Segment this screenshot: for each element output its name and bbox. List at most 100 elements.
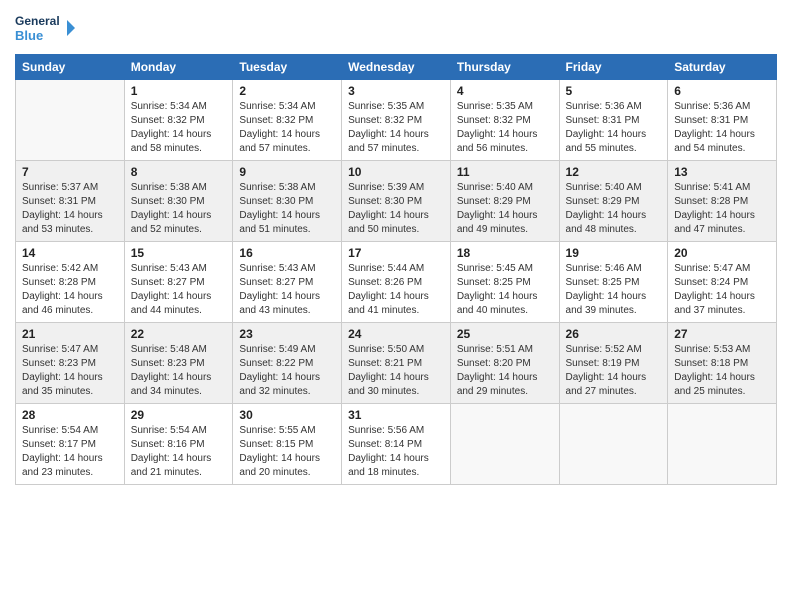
cell-text: Sunrise: 5:40 AM Sunset: 8:29 PM Dayligh… — [457, 181, 553, 237]
cell-text: Sunrise: 5:34 AM Sunset: 8:32 PM Dayligh… — [131, 100, 227, 156]
week-row-2: 7 Sunrise: 5:37 AM Sunset: 8:31 PM Daylig… — [16, 161, 777, 242]
cell-text: Sunrise: 5:41 AM Sunset: 8:28 PM Dayligh… — [674, 181, 770, 237]
calendar-cell: 12 Sunrise: 5:40 AM Sunset: 8:29 PM Dayli… — [559, 161, 668, 242]
day-header-friday: Friday — [559, 55, 668, 80]
cell-text: Sunrise: 5:44 AM Sunset: 8:26 PM Dayligh… — [348, 262, 444, 318]
cell-text: Sunrise: 5:49 AM Sunset: 8:22 PM Dayligh… — [239, 343, 335, 399]
header-row: SundayMondayTuesdayWednesdayThursdayFrid… — [16, 55, 777, 80]
date-number: 8 — [131, 165, 227, 179]
date-number: 1 — [131, 84, 227, 98]
day-header-monday: Monday — [124, 55, 233, 80]
calendar-cell: 23 Sunrise: 5:49 AM Sunset: 8:22 PM Dayli… — [233, 323, 342, 404]
cell-text: Sunrise: 5:37 AM Sunset: 8:31 PM Dayligh… — [22, 181, 118, 237]
calendar-cell — [668, 404, 777, 485]
date-number: 19 — [566, 246, 662, 260]
cell-text: Sunrise: 5:35 AM Sunset: 8:32 PM Dayligh… — [457, 100, 553, 156]
date-number: 13 — [674, 165, 770, 179]
week-row-4: 21 Sunrise: 5:47 AM Sunset: 8:23 PM Dayli… — [16, 323, 777, 404]
day-header-tuesday: Tuesday — [233, 55, 342, 80]
cell-text: Sunrise: 5:53 AM Sunset: 8:18 PM Dayligh… — [674, 343, 770, 399]
date-number: 31 — [348, 408, 444, 422]
day-header-saturday: Saturday — [668, 55, 777, 80]
cell-text: Sunrise: 5:36 AM Sunset: 8:31 PM Dayligh… — [674, 100, 770, 156]
cell-text: Sunrise: 5:47 AM Sunset: 8:23 PM Dayligh… — [22, 343, 118, 399]
calendar-cell: 1 Sunrise: 5:34 AM Sunset: 8:32 PM Daylig… — [124, 80, 233, 161]
logo-svg: General Blue — [15, 10, 75, 46]
cell-text: Sunrise: 5:54 AM Sunset: 8:17 PM Dayligh… — [22, 424, 118, 480]
cell-text: Sunrise: 5:55 AM Sunset: 8:15 PM Dayligh… — [239, 424, 335, 480]
calendar-cell: 30 Sunrise: 5:55 AM Sunset: 8:15 PM Dayli… — [233, 404, 342, 485]
date-number: 15 — [131, 246, 227, 260]
date-number: 20 — [674, 246, 770, 260]
week-row-5: 28 Sunrise: 5:54 AM Sunset: 8:17 PM Dayli… — [16, 404, 777, 485]
cell-text: Sunrise: 5:38 AM Sunset: 8:30 PM Dayligh… — [239, 181, 335, 237]
calendar-cell: 10 Sunrise: 5:39 AM Sunset: 8:30 PM Dayli… — [342, 161, 451, 242]
calendar-cell — [450, 404, 559, 485]
calendar-cell: 31 Sunrise: 5:56 AM Sunset: 8:14 PM Dayli… — [342, 404, 451, 485]
svg-text:General: General — [15, 14, 60, 28]
calendar-cell: 4 Sunrise: 5:35 AM Sunset: 8:32 PM Daylig… — [450, 80, 559, 161]
date-number: 22 — [131, 327, 227, 341]
calendar-cell: 17Sunrise: 5:44 AM Sunset: 8:26 PM Dayli… — [342, 242, 451, 323]
date-number: 21 — [22, 327, 118, 341]
calendar-cell: 2 Sunrise: 5:34 AM Sunset: 8:32 PM Daylig… — [233, 80, 342, 161]
date-number: 16 — [239, 246, 335, 260]
date-number: 28 — [22, 408, 118, 422]
cell-text: Sunrise: 5:56 AM Sunset: 8:14 PM Dayligh… — [348, 424, 444, 480]
day-header-sunday: Sunday — [16, 55, 125, 80]
page: General Blue SundayMondayTuesdayWednesda… — [0, 0, 792, 612]
header: General Blue — [15, 10, 777, 46]
date-number: 10 — [348, 165, 444, 179]
calendar-cell: 7 Sunrise: 5:37 AM Sunset: 8:31 PM Daylig… — [16, 161, 125, 242]
day-header-thursday: Thursday — [450, 55, 559, 80]
date-number: 6 — [674, 84, 770, 98]
date-number: 5 — [566, 84, 662, 98]
cell-text: Sunrise: 5:42 AM Sunset: 8:28 PM Dayligh… — [22, 262, 118, 318]
cell-text: Sunrise: 5:38 AM Sunset: 8:30 PM Dayligh… — [131, 181, 227, 237]
date-number: 14 — [22, 246, 118, 260]
week-row-1: 1 Sunrise: 5:34 AM Sunset: 8:32 PM Daylig… — [16, 80, 777, 161]
date-number: 7 — [22, 165, 118, 179]
calendar-cell: 11 Sunrise: 5:40 AM Sunset: 8:29 PM Dayli… — [450, 161, 559, 242]
calendar-cell: 13 Sunrise: 5:41 AM Sunset: 8:28 PM Dayli… — [668, 161, 777, 242]
date-number: 25 — [457, 327, 553, 341]
date-number: 12 — [566, 165, 662, 179]
date-number: 29 — [131, 408, 227, 422]
cell-text: Sunrise: 5:39 AM Sunset: 8:30 PM Dayligh… — [348, 181, 444, 237]
cell-text: Sunrise: 5:54 AM Sunset: 8:16 PM Dayligh… — [131, 424, 227, 480]
calendar-cell: 16 Sunrise: 5:43 AM Sunset: 8:27 PM Dayli… — [233, 242, 342, 323]
cell-text: Sunrise: 5:47 AM Sunset: 8:24 PM Dayligh… — [674, 262, 770, 318]
date-number: 26 — [566, 327, 662, 341]
calendar-cell: 6 Sunrise: 5:36 AM Sunset: 8:31 PM Daylig… — [668, 80, 777, 161]
date-number: 11 — [457, 165, 553, 179]
calendar-table: SundayMondayTuesdayWednesdayThursdayFrid… — [15, 54, 777, 485]
calendar-cell: 20 Sunrise: 5:47 AM Sunset: 8:24 PM Dayli… — [668, 242, 777, 323]
date-number: 4 — [457, 84, 553, 98]
calendar-cell: 3Sunrise: 5:35 AM Sunset: 8:32 PM Daylig… — [342, 80, 451, 161]
calendar-cell: 5Sunrise: 5:36 AM Sunset: 8:31 PM Daylig… — [559, 80, 668, 161]
calendar-cell: 19 Sunrise: 5:46 AM Sunset: 8:25 PM Dayli… — [559, 242, 668, 323]
cell-text: Sunrise: 5:34 AM Sunset: 8:32 PM Dayligh… — [239, 100, 335, 156]
date-number: 3 — [348, 84, 444, 98]
calendar-cell: 24 Sunrise: 5:50 AM Sunset: 8:21 PM Dayli… — [342, 323, 451, 404]
calendar-cell: 28 Sunrise: 5:54 AM Sunset: 8:17 PM Dayli… — [16, 404, 125, 485]
calendar-cell: 9 Sunrise: 5:38 AM Sunset: 8:30 PM Daylig… — [233, 161, 342, 242]
date-number: 27 — [674, 327, 770, 341]
week-row-3: 14 Sunrise: 5:42 AM Sunset: 8:28 PM Dayli… — [16, 242, 777, 323]
cell-text: Sunrise: 5:43 AM Sunset: 8:27 PM Dayligh… — [239, 262, 335, 318]
cell-text: Sunrise: 5:48 AM Sunset: 8:23 PM Dayligh… — [131, 343, 227, 399]
cell-text: Sunrise: 5:46 AM Sunset: 8:25 PM Dayligh… — [566, 262, 662, 318]
date-number: 2 — [239, 84, 335, 98]
calendar-cell: 15 Sunrise: 5:43 AM Sunset: 8:27 PM Dayli… — [124, 242, 233, 323]
date-number: 23 — [239, 327, 335, 341]
date-number: 9 — [239, 165, 335, 179]
calendar-cell: 18Sunrise: 5:45 AM Sunset: 8:25 PM Dayli… — [450, 242, 559, 323]
cell-text: Sunrise: 5:43 AM Sunset: 8:27 PM Dayligh… — [131, 262, 227, 318]
cell-text: Sunrise: 5:45 AM Sunset: 8:25 PM Dayligh… — [457, 262, 553, 318]
date-number: 24 — [348, 327, 444, 341]
cell-text: Sunrise: 5:50 AM Sunset: 8:21 PM Dayligh… — [348, 343, 444, 399]
date-number: 30 — [239, 408, 335, 422]
day-header-wednesday: Wednesday — [342, 55, 451, 80]
calendar-cell: 21 Sunrise: 5:47 AM Sunset: 8:23 PM Dayli… — [16, 323, 125, 404]
cell-text: Sunrise: 5:40 AM Sunset: 8:29 PM Dayligh… — [566, 181, 662, 237]
